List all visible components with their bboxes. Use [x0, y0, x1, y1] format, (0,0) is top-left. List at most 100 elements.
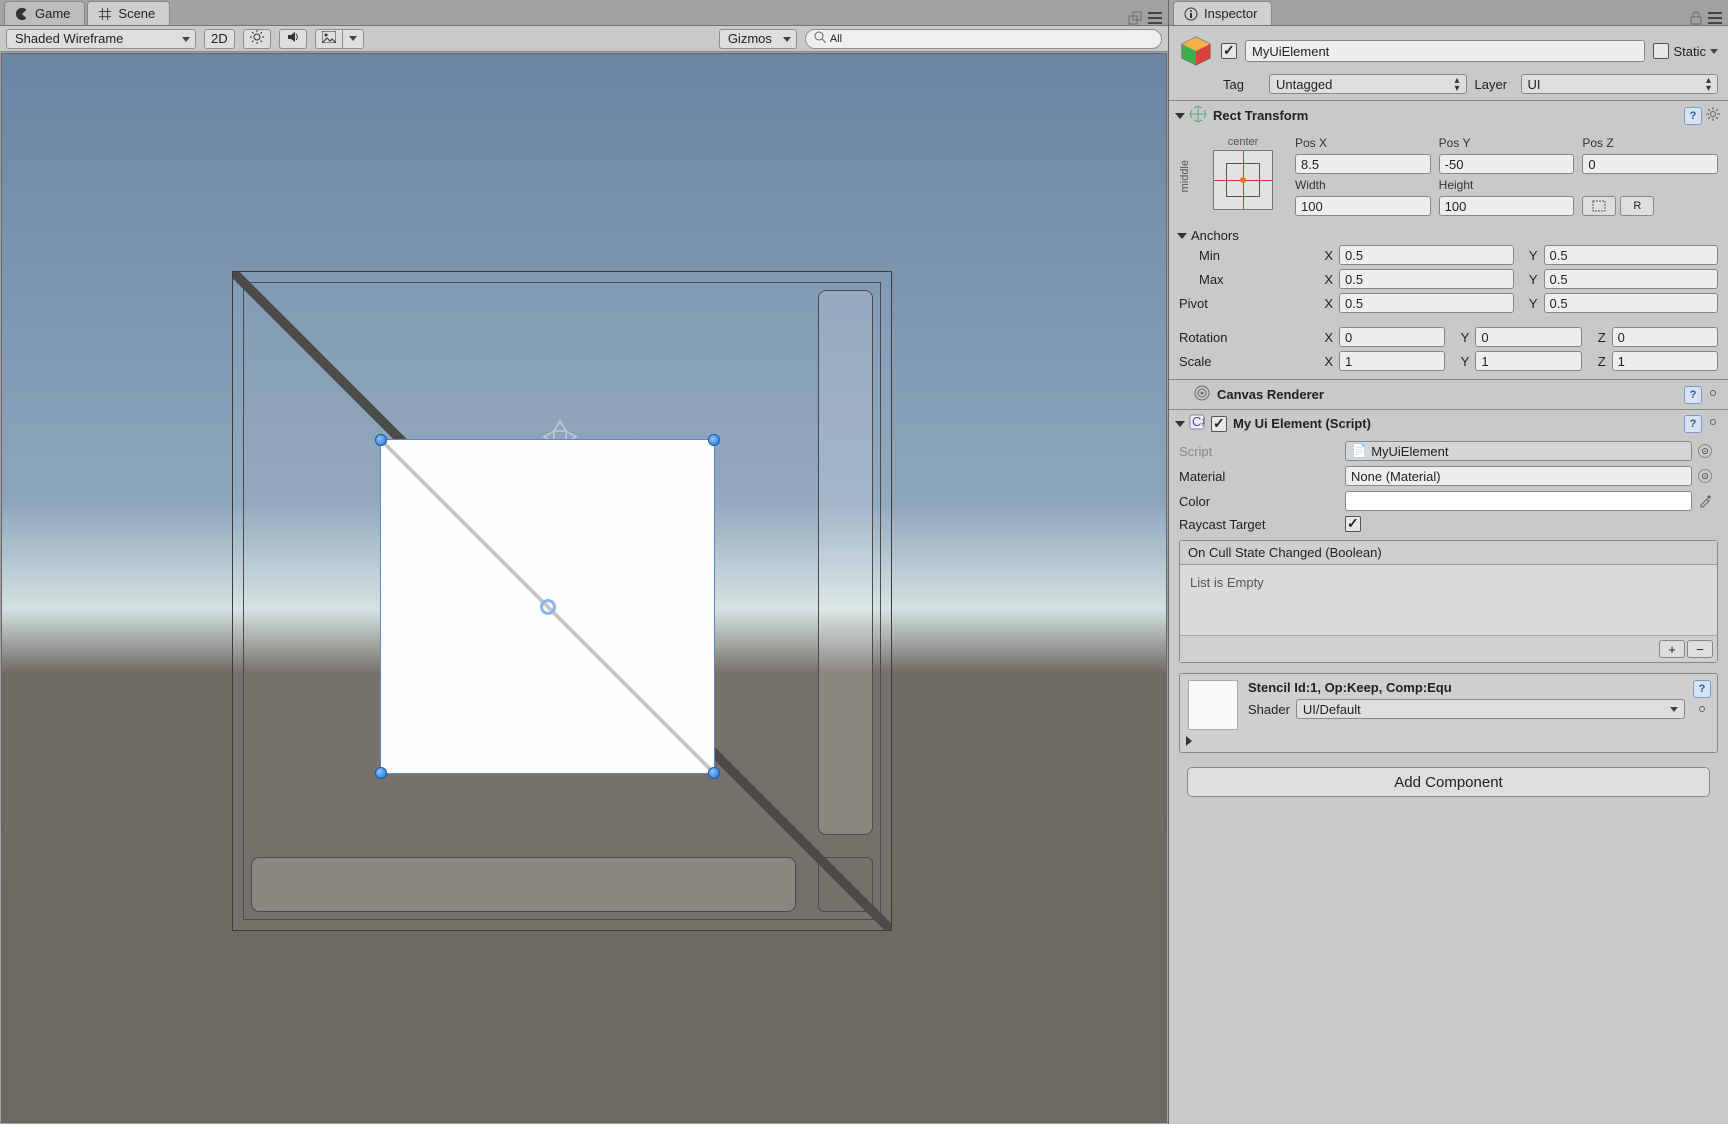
eyedropper-icon[interactable] [1698, 492, 1718, 511]
color-field[interactable] [1345, 491, 1692, 511]
scrollbar-vertical-wireframe [818, 290, 873, 835]
material-preview-icon [1188, 680, 1238, 730]
grid-icon [98, 7, 112, 21]
tag-value: Untagged [1276, 77, 1332, 92]
fx-dropdown[interactable] [315, 29, 364, 49]
scale-x-field[interactable] [1339, 351, 1445, 371]
width-label: Width [1295, 178, 1431, 192]
gameobject-enabled-checkbox[interactable] [1221, 43, 1237, 59]
help-icon[interactable]: ? [1684, 415, 1702, 433]
shader-dropdown[interactable]: UI/Default [1296, 699, 1685, 719]
gameobject-name-field[interactable] [1245, 40, 1645, 62]
scene-search-input[interactable] [846, 32, 1153, 46]
pivot-y-field[interactable] [1544, 293, 1719, 313]
inspector-title: Inspector [1204, 6, 1257, 21]
gear-icon[interactable] [1706, 107, 1720, 124]
posz-field[interactable] [1582, 154, 1718, 174]
raw-edit-button[interactable]: R [1620, 196, 1654, 216]
gameobject-header: Static Tag Untagged▴▾ Layer UI▴▾ [1169, 26, 1728, 100]
resize-handle-br[interactable] [708, 767, 720, 779]
height-field[interactable] [1439, 196, 1575, 216]
help-icon[interactable]: ? [1684, 107, 1702, 125]
anchors-foldout-icon[interactable] [1177, 233, 1187, 239]
foldout-icon[interactable] [1175, 113, 1185, 119]
shading-mode-label: Shaded Wireframe [15, 31, 123, 46]
posy-field[interactable] [1439, 154, 1575, 174]
event-empty-label: List is Empty [1180, 565, 1717, 635]
scene-pane: Game Scene Shaded Wireframe 2D [0, 0, 1168, 1124]
scene-search[interactable]: All [805, 29, 1162, 49]
tab-game-label: Game [35, 6, 70, 21]
material-title: Stencil Id:1, Op:Keep, Comp:Equ [1248, 680, 1685, 695]
scrollbar-corner-wireframe [818, 857, 873, 912]
resize-handle-tr[interactable] [708, 434, 720, 446]
anchor-max-x-field[interactable] [1339, 269, 1514, 289]
gear-icon[interactable] [1706, 386, 1720, 403]
view-tabbar: Game Scene [0, 0, 1168, 26]
selected-rect[interactable] [380, 439, 715, 774]
gear-icon[interactable] [1706, 415, 1720, 432]
tab-scene[interactable]: Scene [87, 1, 170, 25]
help-icon[interactable]: ? [1693, 680, 1711, 698]
scale-z-field[interactable] [1612, 351, 1718, 371]
gear-icon[interactable] [1695, 702, 1709, 719]
static-label: Static [1673, 44, 1706, 59]
gizmos-dropdown[interactable]: Gizmos [719, 29, 797, 49]
raycast-checkbox[interactable] [1345, 516, 1361, 532]
canvas-renderer-icon [1193, 384, 1211, 405]
tab-menu-icon[interactable] [1148, 12, 1162, 24]
event-add-button[interactable]: + [1659, 640, 1685, 658]
posx-field[interactable] [1295, 154, 1431, 174]
sun-icon [250, 30, 264, 47]
tabbar-right [1128, 11, 1168, 25]
speaker-icon [286, 30, 300, 47]
canvas-renderer-title: Canvas Renderer [1217, 387, 1678, 402]
blueprint-mode-button[interactable] [1582, 196, 1616, 216]
lighting-toggle-button[interactable] [243, 29, 271, 49]
gameobject-cube-icon[interactable] [1179, 34, 1213, 68]
anchor-preset-button[interactable]: center [1201, 136, 1285, 216]
rotation-y-field[interactable] [1475, 327, 1581, 347]
script-asset-icon: 📄 [1351, 443, 1367, 459]
object-picker-icon[interactable]: ⊙ [1698, 444, 1712, 458]
anchor-preset-icon [1213, 150, 1273, 210]
resize-handle-tl[interactable] [375, 434, 387, 446]
posx-label: Pos X [1295, 136, 1431, 150]
rotation-label: Rotation [1179, 330, 1309, 345]
scene-viewport[interactable] [1, 53, 1167, 1123]
help-icon[interactable]: ? [1684, 386, 1702, 404]
width-field[interactable] [1295, 196, 1431, 216]
tab-inspector[interactable]: Inspector [1173, 1, 1272, 25]
resize-handle-bl[interactable] [375, 767, 387, 779]
static-checkbox[interactable] [1653, 43, 1669, 59]
lock-icon[interactable] [1690, 11, 1702, 25]
color-label: Color [1179, 494, 1339, 509]
script-enabled-checkbox[interactable] [1211, 416, 1227, 432]
panel-menu-icon[interactable] [1708, 12, 1722, 24]
tag-dropdown[interactable]: Untagged▴▾ [1269, 74, 1467, 94]
toggle-2d-button[interactable]: 2D [204, 29, 235, 49]
rotation-z-field[interactable] [1612, 327, 1718, 347]
unity-event-box: On Cull State Changed (Boolean) List is … [1179, 540, 1718, 663]
material-field[interactable]: None (Material) [1345, 466, 1692, 486]
static-toggle[interactable]: Static [1653, 43, 1718, 59]
static-dropdown-icon[interactable] [1710, 49, 1718, 54]
pivot-x-field[interactable] [1339, 293, 1514, 313]
tab-game[interactable]: Game [4, 1, 85, 25]
add-component-button[interactable]: Add Component [1187, 767, 1710, 797]
anchor-min-x-field[interactable] [1339, 245, 1514, 265]
rotation-x-field[interactable] [1339, 327, 1445, 347]
scale-y-field[interactable] [1475, 351, 1581, 371]
layer-dropdown[interactable]: UI▴▾ [1521, 74, 1719, 94]
foldout-icon[interactable] [1175, 421, 1185, 427]
audio-toggle-button[interactable] [279, 29, 307, 49]
object-picker-icon[interactable]: ⊙ [1698, 469, 1712, 483]
popout-icon[interactable] [1128, 11, 1142, 25]
anchor-min-y-field[interactable] [1544, 245, 1719, 265]
material-foldout-icon[interactable] [1186, 736, 1192, 746]
pivot-handle[interactable] [540, 599, 556, 615]
height-label: Height [1439, 178, 1575, 192]
shading-mode-dropdown[interactable]: Shaded Wireframe [6, 29, 196, 49]
event-remove-button[interactable]: − [1687, 640, 1713, 658]
anchor-max-y-field[interactable] [1544, 269, 1719, 289]
